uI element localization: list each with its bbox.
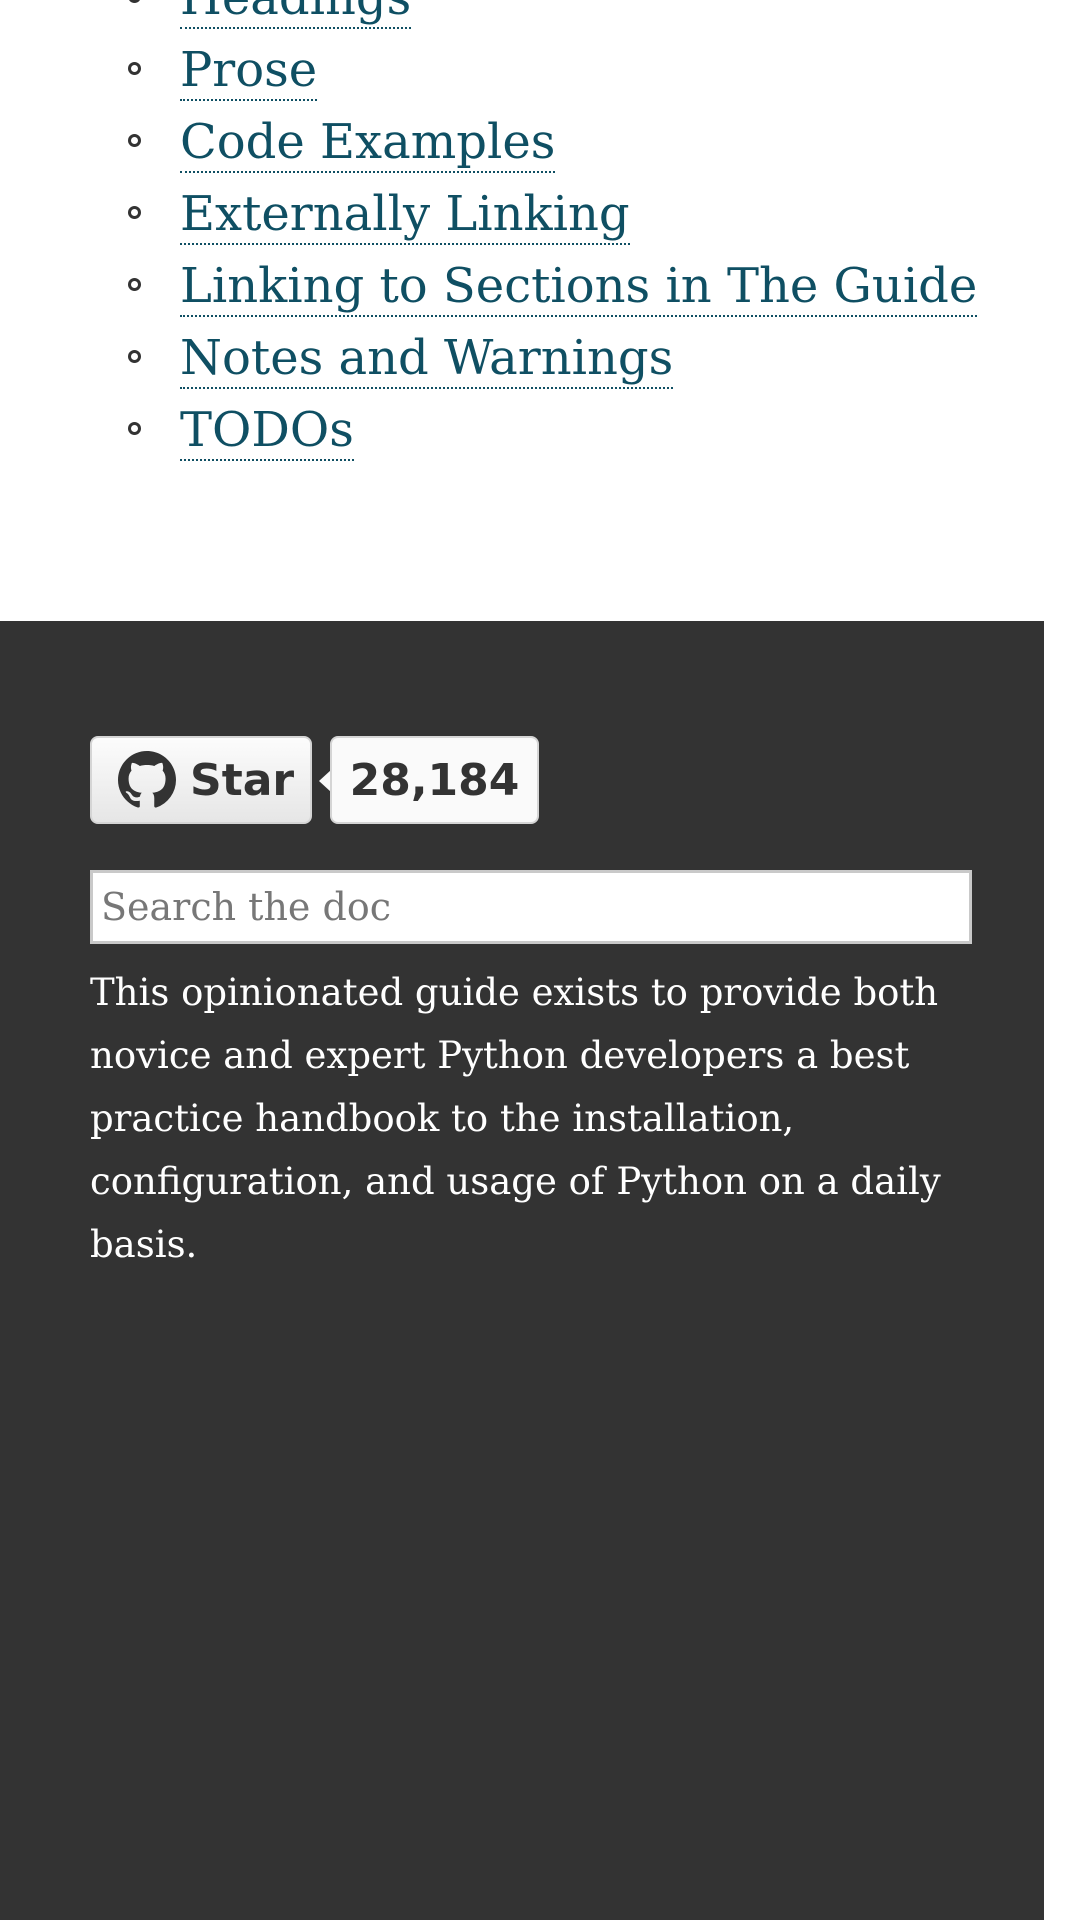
list-item: Prose (0, 34, 977, 106)
toc-link-todos[interactable]: TODOs (180, 402, 354, 461)
circle-bullet-icon (128, 422, 141, 435)
circle-bullet-icon (128, 278, 141, 291)
github-star-button[interactable]: Star (90, 736, 312, 824)
toc-link-headings[interactable]: Headings (180, 0, 412, 29)
toc-link-code-examples[interactable]: Code Examples (180, 114, 556, 173)
list-item: Notes and Warnings (0, 322, 977, 394)
table-of-contents: Headings Prose Code Examples Externally … (0, 0, 1044, 621)
toc-link-linking-to-sections[interactable]: Linking to Sections in The Guide (180, 258, 978, 317)
list-item: Code Examples (0, 106, 977, 178)
list-item: Externally Linking (0, 178, 977, 250)
guide-description: This opinionated guide exists to provide… (90, 971, 941, 1266)
toc-link-notes-and-warnings[interactable]: Notes and Warnings (180, 330, 674, 389)
list-item: Linking to Sections in The Guide (0, 250, 978, 322)
toc-list: Headings Prose Code Examples Externally … (0, 0, 978, 466)
sidebar: Star 28,184 This opinionated guide exist… (0, 621, 1044, 1920)
circle-bullet-icon (128, 206, 141, 219)
toc-link-prose[interactable]: Prose (180, 42, 318, 101)
github-icon (118, 751, 176, 808)
list-item: TODOs (0, 394, 977, 466)
circle-bullet-icon (128, 350, 141, 363)
search-input[interactable] (90, 870, 972, 944)
toc-link-externally-linking[interactable]: Externally Linking (180, 186, 630, 245)
circle-bullet-icon (128, 62, 141, 75)
star-count[interactable]: 28,184 (330, 736, 539, 824)
list-item: Headings (0, 0, 977, 34)
circle-bullet-icon (128, 134, 141, 147)
star-label: Star (190, 754, 295, 806)
circle-bullet-icon (128, 0, 141, 3)
